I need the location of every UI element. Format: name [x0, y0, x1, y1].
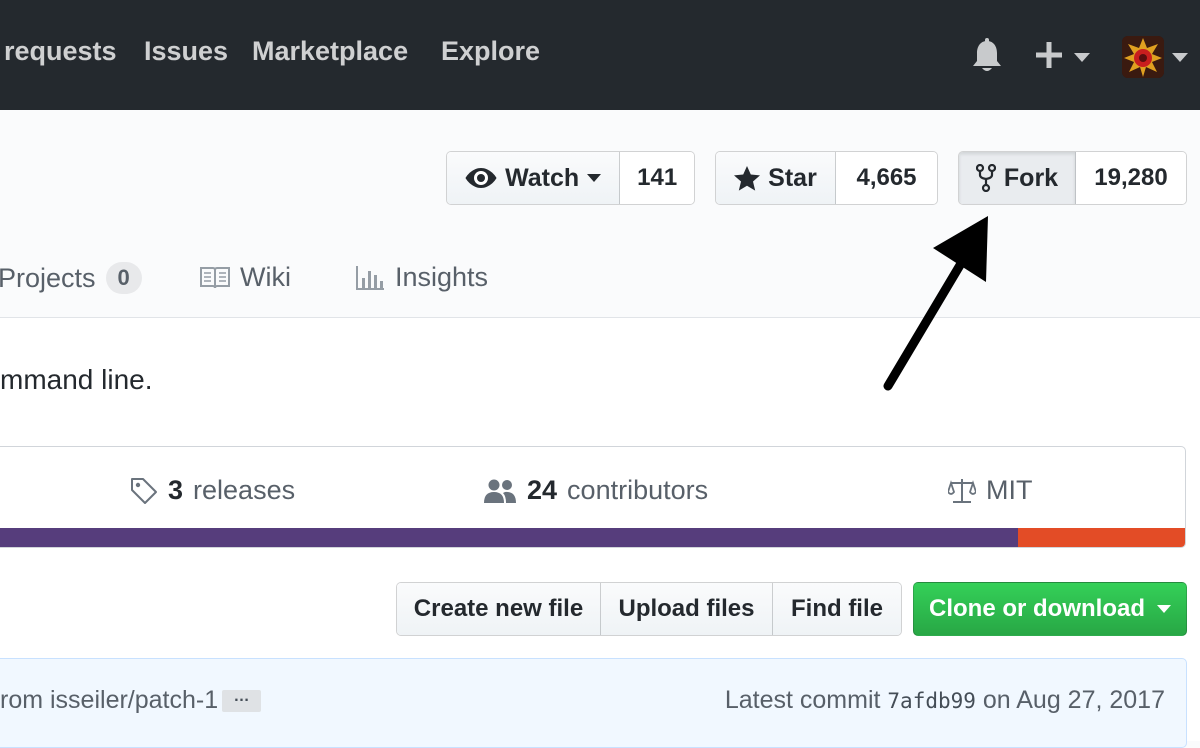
- language-bar[interactable]: [0, 528, 1185, 547]
- watch-button-group: Watch 141: [446, 151, 695, 205]
- star-button[interactable]: Star: [716, 152, 836, 204]
- nav-pull-requests-link[interactable]: requests: [4, 36, 117, 67]
- tab-insights-label: Insights: [395, 262, 489, 292]
- fork-label: Fork: [1003, 163, 1059, 192]
- clone-or-download-button[interactable]: Clone or download: [913, 582, 1187, 636]
- top-navbar: requests Issues Marketplace Explore: [0, 0, 1200, 110]
- commit-sha[interactable]: 7afdb99: [887, 689, 976, 713]
- chevron-down-icon: [587, 173, 602, 182]
- releases-count: 3: [168, 475, 184, 505]
- chevron-down-icon[interactable]: [1074, 53, 1090, 63]
- fork-button-group: Fork 19,280: [958, 151, 1187, 205]
- repo-description: mmand line.: [0, 364, 153, 395]
- avatar[interactable]: [1122, 36, 1164, 78]
- contributors-count: 24: [527, 475, 558, 505]
- latest-commit-prefix: Latest commit: [724, 686, 881, 714]
- bell-icon[interactable]: [970, 38, 1004, 74]
- find-file-button[interactable]: Find file: [773, 583, 901, 635]
- fork-count[interactable]: 19,280: [1076, 152, 1186, 204]
- nav-marketplace-link[interactable]: Marketplace: [252, 36, 408, 67]
- tab-wiki-label: Wiki: [240, 262, 291, 292]
- chevron-down-icon: [1157, 604, 1171, 613]
- language-segment-1[interactable]: [1017, 528, 1185, 547]
- clone-label: Clone or download: [929, 595, 1145, 622]
- nav-issues-link[interactable]: Issues: [144, 36, 228, 67]
- star-label: Star: [768, 163, 817, 192]
- numbers-summary: 3 releases 24 contributors MIT: [0, 446, 1186, 548]
- license-label: MIT: [986, 475, 1033, 505]
- tab-projects[interactable]: Projects 0: [0, 262, 142, 294]
- fork-button[interactable]: Fork: [959, 152, 1076, 204]
- latest-commit: Latest commit 7afdb99 on Aug 27, 2017: [725, 686, 1165, 715]
- user-menu-chevron-icon[interactable]: [1172, 53, 1188, 63]
- watch-count[interactable]: 141: [620, 152, 694, 204]
- law-icon: [948, 478, 976, 503]
- tag-icon: [131, 477, 157, 504]
- repo-header: [0, 110, 1200, 318]
- upload-files-button[interactable]: Upload files: [601, 583, 773, 635]
- expand-commit-ellipsis[interactable]: …: [222, 689, 261, 712]
- star-button-group: Star 4,665: [715, 151, 938, 205]
- tab-wiki[interactable]: Wiki: [200, 262, 291, 293]
- nav-explore-link[interactable]: Explore: [441, 36, 540, 67]
- license-link[interactable]: MIT: [948, 475, 1033, 506]
- graph-icon: [356, 265, 384, 290]
- contributors-label: contributors: [567, 475, 709, 505]
- eye-icon: [465, 168, 497, 188]
- projects-counter: 0: [105, 262, 142, 294]
- releases-link[interactable]: 3 releases: [130, 475, 295, 506]
- star-count[interactable]: 4,665: [836, 152, 937, 204]
- tab-projects-label: Projects: [0, 262, 96, 293]
- contributors-link[interactable]: 24 contributors: [483, 475, 708, 506]
- language-segment-0[interactable]: [0, 528, 1018, 547]
- watch-label: Watch: [505, 163, 580, 192]
- star-icon: [734, 165, 761, 191]
- book-icon: [200, 266, 230, 288]
- watch-button[interactable]: Watch: [447, 152, 621, 204]
- fork-icon: [975, 164, 996, 192]
- create-new-file-button[interactable]: Create new file: [397, 583, 601, 635]
- commit-date: on Aug 27, 2017: [982, 686, 1165, 714]
- releases-label: releases: [193, 475, 296, 505]
- people-icon: [484, 479, 516, 503]
- commit-message[interactable]: rom isseiler/patch-1: [0, 686, 218, 715]
- file-actions-group: Create new file Upload files Find file: [396, 582, 902, 636]
- plus-icon[interactable]: [1034, 40, 1064, 70]
- tab-insights[interactable]: Insights: [355, 262, 488, 293]
